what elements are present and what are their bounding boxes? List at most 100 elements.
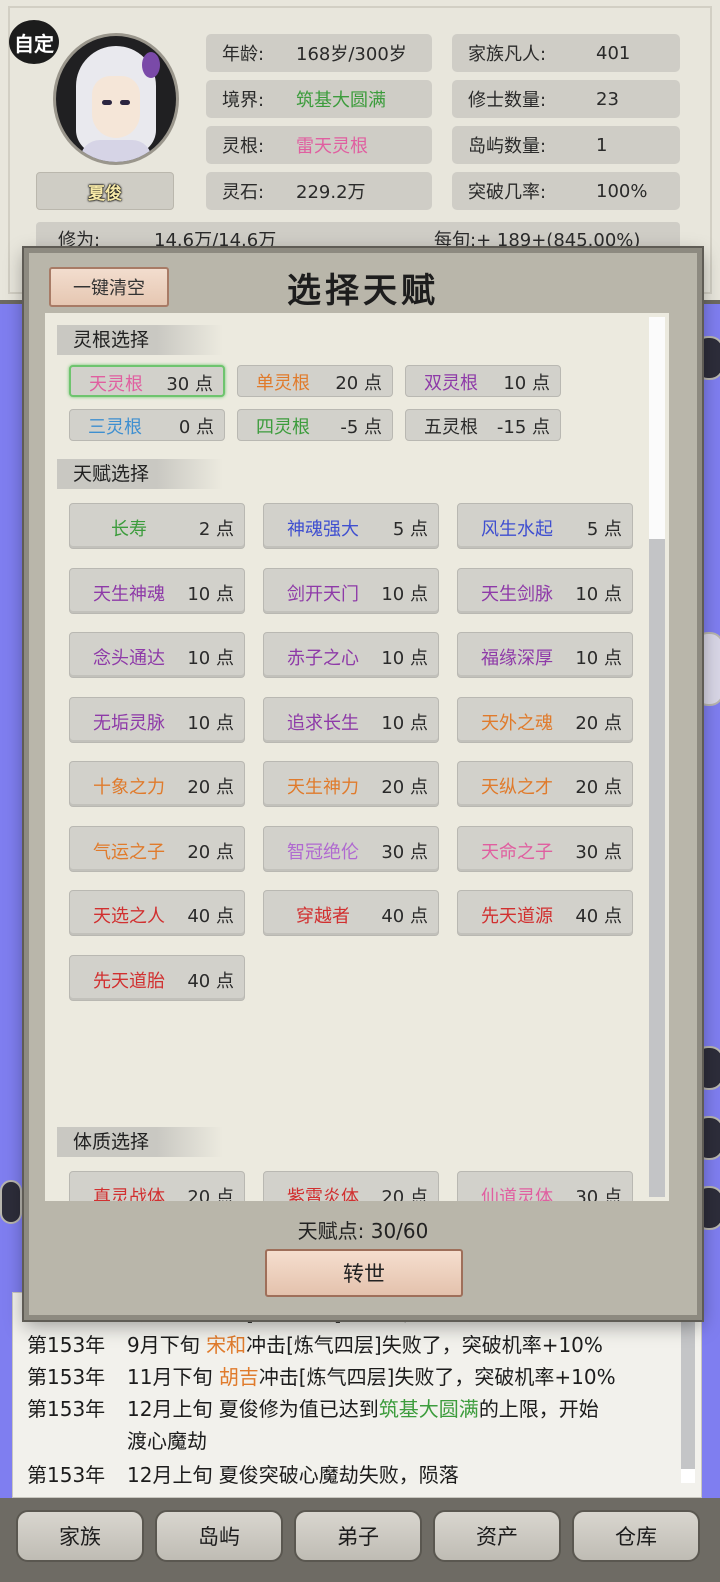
talent-option[interactable]: 十象之力 20 点 bbox=[69, 761, 245, 807]
event-log[interactable]: 第153年9月上旬 冲击[炼气四层]失败了，突破机率+10%第153年9月下旬 … bbox=[12, 1292, 702, 1498]
character-avatar[interactable] bbox=[56, 36, 176, 162]
talent-option-name: 长寿 bbox=[111, 519, 147, 540]
root-option[interactable]: 天灵根 30 点 bbox=[69, 365, 225, 397]
log-entry-suffix: 冲击[炼气四层]失败了，突破机率+10% bbox=[258, 1365, 616, 1389]
talent-option-name: 追求长生 bbox=[287, 712, 359, 734]
talent-option[interactable]: 赤子之心 10 点 bbox=[263, 632, 439, 678]
reincarnate-button[interactable]: 转世 bbox=[265, 1249, 463, 1297]
root-option[interactable]: 五灵根 -15 点 bbox=[405, 409, 561, 441]
talent-option-name: 穿越者 bbox=[296, 906, 350, 927]
custom-badge[interactable]: 自定 bbox=[9, 20, 59, 64]
talent-option[interactable]: 穿越者 40 点 bbox=[263, 890, 439, 936]
talent-option-name: 神魂强大 bbox=[287, 519, 359, 540]
talent-option[interactable]: 追求长生 10 点 bbox=[263, 696, 439, 743]
talent-option-points: 30 点 bbox=[575, 841, 622, 863]
nav-button[interactable]: 资产 bbox=[433, 1510, 561, 1562]
avatar-eye-left bbox=[102, 100, 112, 105]
talent-option-points: 20 点 bbox=[575, 712, 622, 734]
stat-box: 境界: 筑基大圆满 bbox=[206, 80, 432, 118]
stat-label: 灵石: bbox=[222, 182, 265, 203]
talent-option-name: 先天道源 bbox=[481, 906, 553, 927]
talent-option[interactable]: 神魂强大 5 点 bbox=[263, 503, 439, 549]
root-option[interactable]: 双灵根 10 点 bbox=[405, 365, 561, 397]
avatar-ornament bbox=[142, 52, 160, 78]
dialog-title: 选择天赋 bbox=[287, 271, 439, 311]
root-section-title: 灵根选择 bbox=[57, 325, 223, 355]
stat-box: 年龄: 168岁/300岁 bbox=[206, 34, 432, 72]
nav-button[interactable]: 弟子 bbox=[294, 1510, 422, 1562]
root-option[interactable]: 三灵根 0 点 bbox=[69, 409, 225, 441]
talent-option[interactable]: 福缘深厚 10 点 bbox=[457, 632, 633, 678]
stat-label: 年龄: bbox=[222, 44, 265, 65]
talent-option[interactable]: 天外之魂 20 点 bbox=[457, 696, 633, 743]
stat-value: 23 bbox=[596, 88, 619, 110]
talent-option[interactable]: 天纵之才 20 点 bbox=[457, 761, 633, 807]
physique-option-name: 紫霄炎体 bbox=[287, 1187, 359, 1201]
physique-option[interactable]: 真灵战体 20 点 bbox=[69, 1171, 245, 1201]
stat-label: 境界: bbox=[222, 90, 265, 111]
talent-option[interactable]: 气运之子 20 点 bbox=[69, 825, 245, 872]
talent-option[interactable]: 念头通达 10 点 bbox=[69, 632, 245, 678]
talent-option-name: 无垢灵脉 bbox=[93, 712, 165, 734]
talent-option-name: 天纵之才 bbox=[481, 777, 553, 798]
talent-scrollbar-thumb[interactable] bbox=[649, 317, 665, 539]
talent-option[interactable]: 智冠绝伦 30 点 bbox=[263, 825, 439, 872]
root-option-points: 30 点 bbox=[166, 374, 213, 395]
nav-button[interactable]: 家族 bbox=[16, 1510, 144, 1562]
log-entry-year: 第153年 bbox=[27, 1397, 106, 1421]
talent-option[interactable]: 天生神力 20 点 bbox=[263, 761, 439, 807]
talent-option-points: 10 点 bbox=[187, 712, 234, 734]
talent-option-name: 风生水起 bbox=[481, 519, 553, 540]
talent-option[interactable]: 天生神魂 10 点 bbox=[69, 567, 245, 614]
talent-option[interactable]: 剑开天门 10 点 bbox=[263, 567, 439, 614]
talent-points-label: 天赋点: bbox=[297, 1219, 365, 1243]
talent-option[interactable]: 无垢灵脉 10 点 bbox=[69, 696, 245, 743]
talent-option-points: 40 点 bbox=[187, 906, 234, 927]
talent-option-points: 40 点 bbox=[187, 970, 234, 992]
talent-option[interactable]: 先天道源 40 点 bbox=[457, 890, 633, 936]
talent-scroll-area[interactable]: 灵根选择 天灵根 30 点单灵根 20 点双灵根 10 点三灵根 0 点四灵根 -5 点五… bbox=[45, 313, 669, 1201]
stat-box: 突破几率: 100% bbox=[452, 172, 680, 210]
side-button-left[interactable] bbox=[0, 1180, 22, 1224]
talent-option[interactable]: 天选之人 40 点 bbox=[69, 890, 245, 936]
stat-value: 229.2万 bbox=[296, 182, 366, 203]
root-option-name: 双灵根 bbox=[424, 373, 478, 394]
nav-button[interactable]: 仓库 bbox=[572, 1510, 700, 1562]
talent-option-name: 天选之人 bbox=[93, 906, 165, 927]
talent-option[interactable]: 风生水起 5 点 bbox=[457, 503, 633, 549]
root-option[interactable]: 四灵根 -5 点 bbox=[237, 409, 393, 441]
log-entry-text: 12月上旬 夏俊突破心魔劫失败，陨落 bbox=[127, 1459, 459, 1488]
stat-label: 灵根: bbox=[222, 136, 265, 157]
log-entry-prefix: 渡心魔劫 bbox=[127, 1429, 207, 1453]
root-option-points: 0 点 bbox=[178, 417, 214, 438]
talent-option[interactable]: 先天道胎 40 点 bbox=[69, 954, 245, 1001]
log-scrollbar-track[interactable] bbox=[681, 1293, 695, 1483]
talent-option-name: 天外之魂 bbox=[481, 712, 553, 734]
talent-option-points: 20 点 bbox=[381, 777, 428, 798]
log-scrollbar-thumb[interactable] bbox=[681, 1469, 695, 1483]
root-option-name: 五灵根 bbox=[424, 417, 478, 438]
talent-option[interactable]: 天命之子 30 点 bbox=[457, 825, 633, 872]
avatar-eye-right bbox=[120, 100, 130, 105]
talent-option[interactable]: 天生剑脉 10 点 bbox=[457, 567, 633, 614]
root-option[interactable]: 单灵根 20 点 bbox=[237, 365, 393, 397]
talent-option[interactable]: 长寿 2 点 bbox=[69, 503, 245, 549]
physique-option[interactable]: 仙道灵体 30 点 bbox=[457, 1171, 633, 1201]
stat-value: 168岁/300岁 bbox=[296, 44, 407, 65]
physique-option[interactable]: 紫霄炎体 20 点 bbox=[263, 1171, 439, 1201]
talent-option-points: 10 点 bbox=[381, 583, 428, 605]
log-entry-prefix: 11月下旬 bbox=[127, 1365, 219, 1389]
talent-option-points: 10 点 bbox=[187, 648, 234, 669]
talent-option-points: 10 点 bbox=[187, 583, 234, 605]
log-entry-suffix: 冲击[炼气四层]失败了，突破机率+10% bbox=[246, 1333, 603, 1357]
physique-option-name: 仙道灵体 bbox=[481, 1187, 553, 1201]
talent-points-value: 30/60 bbox=[370, 1219, 429, 1243]
talent-option-name: 先天道胎 bbox=[93, 970, 165, 992]
talent-option-name: 天生神魂 bbox=[93, 583, 165, 605]
bottom-navigation: 家族 岛屿 弟子 资产 仓库 bbox=[0, 1498, 720, 1582]
nav-button[interactable]: 岛屿 bbox=[155, 1510, 283, 1562]
log-entry-year: 第153年 bbox=[27, 1333, 106, 1357]
talent-option-points: 20 点 bbox=[187, 841, 234, 863]
talent-option-points: 10 点 bbox=[575, 583, 622, 605]
stat-box: 修士数量: 23 bbox=[452, 80, 680, 118]
